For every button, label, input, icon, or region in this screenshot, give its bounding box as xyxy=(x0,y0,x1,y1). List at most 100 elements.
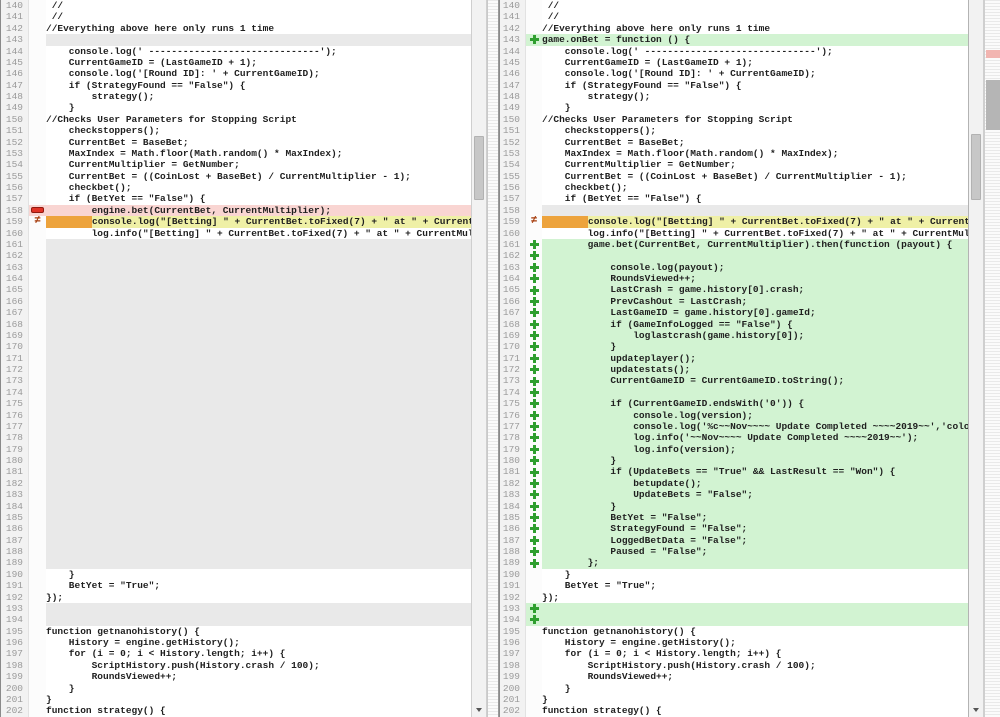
code-line[interactable] xyxy=(46,432,471,443)
code-line[interactable]: CurrentBet = BaseBet; xyxy=(46,137,471,148)
code-line[interactable]: } xyxy=(542,455,968,466)
code-line[interactable]: log.info("[Betting] " + CurrentBet.toFix… xyxy=(542,228,968,239)
code-line[interactable]: } xyxy=(542,341,968,352)
code-line[interactable] xyxy=(542,603,968,614)
code-line[interactable]: engine.bet(CurrentBet, CurrentMultiplier… xyxy=(46,205,471,216)
code-line[interactable]: for (i = 0; i < History.length; i++) { xyxy=(542,648,968,659)
code-line[interactable]: } xyxy=(542,501,968,512)
code-line[interactable] xyxy=(46,410,471,421)
right-scroll-down-arrow-icon[interactable] xyxy=(969,704,983,716)
code-line[interactable] xyxy=(542,250,968,261)
code-line[interactable]: strategy(); xyxy=(46,91,471,102)
code-line[interactable]: if (BetYet == "False") { xyxy=(542,193,968,204)
code-line[interactable]: } xyxy=(46,683,471,694)
code-line[interactable]: } xyxy=(46,102,471,113)
code-line[interactable] xyxy=(46,614,471,625)
code-line[interactable]: LoggedBetData = "False"; xyxy=(542,535,968,546)
code-line[interactable]: CurrentBet = ((CoinLost + BaseBet) / Cur… xyxy=(542,171,968,182)
code-line[interactable]: }); xyxy=(542,592,968,603)
code-line[interactable]: BetYet = "False"; xyxy=(542,512,968,523)
code-line[interactable]: if (StrategyFound == "False") { xyxy=(542,80,968,91)
code-line[interactable]: if (GameInfoLogged == "False") { xyxy=(542,319,968,330)
code-line[interactable]: CurrentBet = BaseBet; xyxy=(542,137,968,148)
code-line[interactable] xyxy=(46,296,471,307)
code-line[interactable]: CurrentGameID = (LastGameID + 1); xyxy=(46,57,471,68)
code-line[interactable]: strategy(); xyxy=(542,91,968,102)
code-line[interactable]: CurrentBet = ((CoinLost + BaseBet) / Cur… xyxy=(46,171,471,182)
code-line[interactable]: } xyxy=(542,694,968,705)
code-line[interactable] xyxy=(46,387,471,398)
code-line[interactable] xyxy=(46,262,471,273)
code-line[interactable]: // xyxy=(46,11,471,22)
code-line[interactable]: ScriptHistory.push(History.crash / 100); xyxy=(46,660,471,671)
code-line[interactable]: RoundsViewed++; xyxy=(542,273,968,284)
code-line[interactable]: for (i = 0; i < History.length; i++) { xyxy=(46,648,471,659)
code-line[interactable]: //Everything above here only runs 1 time xyxy=(46,23,471,34)
code-line[interactable]: checkbet(); xyxy=(46,182,471,193)
code-line[interactable] xyxy=(46,535,471,546)
code-line[interactable]: //Checks User Parameters for Stopping Sc… xyxy=(542,114,968,125)
code-line[interactable]: console.log('[Round ID]: ' + CurrentGame… xyxy=(46,68,471,79)
code-line[interactable]: CurrentMultiplier = GetNumber; xyxy=(542,159,968,170)
code-line[interactable]: console.log('[Round ID]: ' + CurrentGame… xyxy=(542,68,968,79)
code-line[interactable]: ScriptHistory.push(History.crash / 100); xyxy=(542,660,968,671)
code-line[interactable]: log.info("[Betting] " + CurrentBet.toFix… xyxy=(46,228,471,239)
code-line[interactable] xyxy=(46,603,471,614)
code-line[interactable]: log.info(version); xyxy=(542,444,968,455)
code-line[interactable]: MaxIndex = Math.floor(Math.random() * Ma… xyxy=(46,148,471,159)
code-line[interactable]: if (UpdateBets == "True" && LastResult =… xyxy=(542,466,968,477)
right-scrollbar-thumb[interactable] xyxy=(971,134,981,200)
code-line[interactable]: if (CurrentGameID.endsWith('0')) { xyxy=(542,398,968,409)
code-line[interactable] xyxy=(46,557,471,568)
code-line[interactable]: } xyxy=(542,102,968,113)
code-line[interactable] xyxy=(46,250,471,261)
code-line[interactable]: betupdate(); xyxy=(542,478,968,489)
code-line[interactable]: CurrentMultiplier = GetNumber; xyxy=(46,159,471,170)
code-line[interactable]: UpdateBets = "False"; xyxy=(542,489,968,500)
code-line[interactable]: Paused = "False"; xyxy=(542,546,968,557)
code-line[interactable]: RoundsViewed++; xyxy=(46,671,471,682)
code-line[interactable] xyxy=(46,489,471,500)
code-line[interactable]: game.bet(CurrentBet, CurrentMultiplier).… xyxy=(542,239,968,250)
code-line[interactable]: checkbet(); xyxy=(542,182,968,193)
code-line[interactable]: CurrentGameID = (LastGameID + 1); xyxy=(542,57,968,68)
code-line[interactable]: CurrentGameID = CurrentGameID.toString()… xyxy=(542,375,968,386)
code-line[interactable]: loglastcrash(game.history[0]); xyxy=(542,330,968,341)
code-line[interactable]: // xyxy=(46,0,471,11)
left-vertical-scrollbar[interactable] xyxy=(471,0,487,717)
code-line[interactable] xyxy=(46,34,471,45)
code-line[interactable]: LastGameID = game.history[0].gameId; xyxy=(542,307,968,318)
code-line[interactable]: } xyxy=(542,569,968,580)
code-line[interactable] xyxy=(46,330,471,341)
code-line[interactable]: if (StrategyFound == "False") { xyxy=(46,80,471,91)
code-line[interactable]: console.log('%c~~Nov~~~~ Update Complete… xyxy=(542,421,968,432)
code-line[interactable] xyxy=(46,364,471,375)
code-line[interactable]: game.onBet = function () { xyxy=(542,34,968,45)
code-line[interactable]: function strategy() { xyxy=(46,705,471,716)
code-line[interactable] xyxy=(46,273,471,284)
code-line[interactable]: function strategy() { xyxy=(542,705,968,716)
code-line[interactable]: History = engine.getHistory(); xyxy=(46,637,471,648)
code-line[interactable]: History = engine.getHistory(); xyxy=(542,637,968,648)
code-line[interactable]: RoundsViewed++; xyxy=(542,671,968,682)
code-line[interactable]: updateplayer(); xyxy=(542,353,968,364)
code-line[interactable] xyxy=(46,523,471,534)
code-line[interactable]: // xyxy=(542,0,968,11)
code-line[interactable] xyxy=(46,512,471,523)
code-line[interactable] xyxy=(46,546,471,557)
code-line[interactable] xyxy=(46,455,471,466)
code-line[interactable]: console.log(' --------------------------… xyxy=(542,46,968,57)
code-line[interactable]: MaxIndex = Math.floor(Math.random() * Ma… xyxy=(542,148,968,159)
diff-overview-ruler[interactable] xyxy=(984,0,1000,717)
code-line[interactable]: function getnanohistory() { xyxy=(46,626,471,637)
code-line[interactable] xyxy=(542,205,968,216)
code-line[interactable] xyxy=(46,353,471,364)
code-line[interactable]: console.log("[Betting] " + CurrentBet.to… xyxy=(542,216,968,227)
code-line[interactable]: // xyxy=(542,11,968,22)
code-line[interactable] xyxy=(46,239,471,250)
code-line[interactable]: console.log(version); xyxy=(542,410,968,421)
code-line[interactable] xyxy=(46,375,471,386)
code-line[interactable]: checkstoppers(); xyxy=(46,125,471,136)
code-line[interactable]: } xyxy=(46,569,471,580)
code-line[interactable] xyxy=(46,501,471,512)
